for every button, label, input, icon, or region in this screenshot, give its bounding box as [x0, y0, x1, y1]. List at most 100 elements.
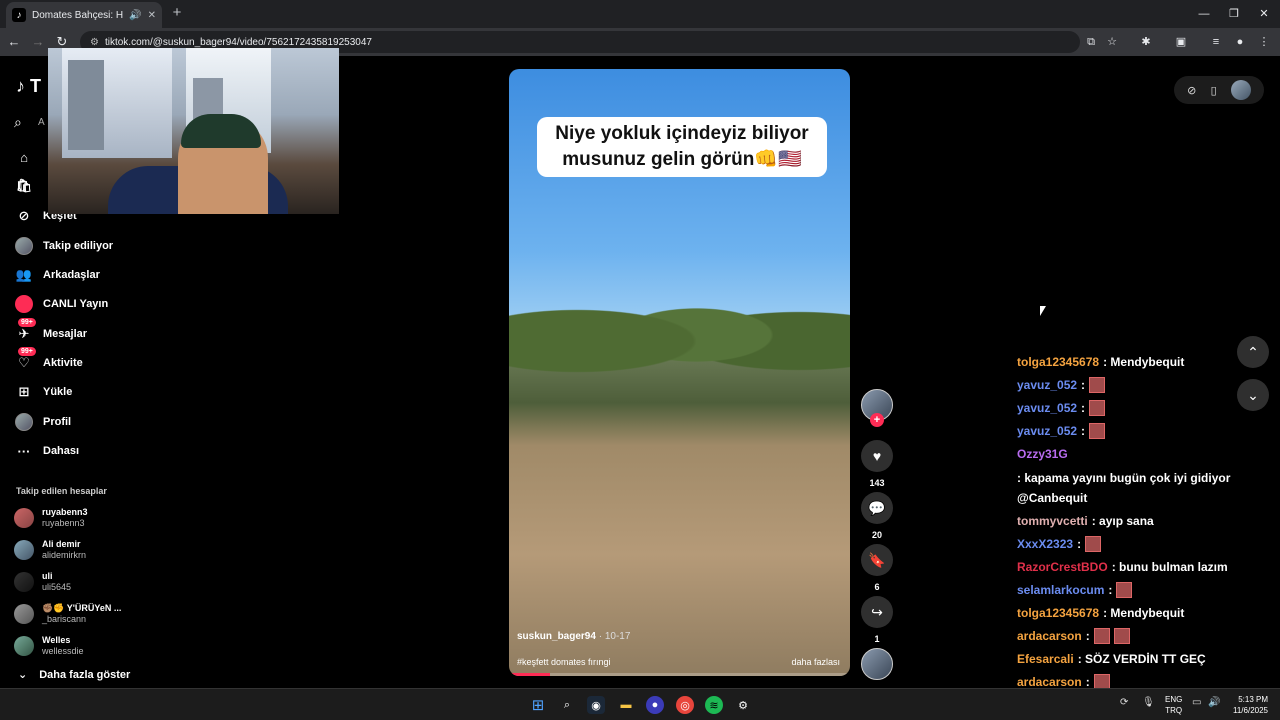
save-button[interactable]: 🔖 6 — [861, 544, 893, 592]
network-icon[interactable]: ▭ — [1192, 697, 1201, 708]
steam-icon[interactable]: ◉ — [587, 696, 605, 714]
share-button[interactable]: ↪ 1 — [861, 596, 893, 644]
device-icon[interactable]: ▯ — [1211, 84, 1217, 97]
sidebar-item-activity[interactable]: ♡ 99+ Aktivite — [14, 347, 83, 374]
chat-username[interactable]: RazorCrestBDO — [1017, 557, 1108, 577]
profile-icon[interactable]: ● — [1232, 34, 1248, 50]
friends-icon: 👥 — [15, 267, 33, 282]
close-tab-icon[interactable]: ✕ — [148, 10, 156, 21]
chat-username[interactable]: selamlarkocum — [1017, 580, 1104, 600]
chat-message: tommyvcetti: ayıp sana — [1017, 511, 1257, 531]
language-indicator[interactable]: ENG TRQ — [1165, 694, 1182, 716]
chat-username[interactable]: ardacarson — [1017, 626, 1082, 646]
bookmark-star-icon[interactable]: ☆ — [1104, 34, 1120, 50]
language-top: ENG — [1165, 695, 1183, 704]
media-control-icon[interactable]: ≡ — [1208, 34, 1224, 50]
forward-button[interactable]: → — [28, 32, 48, 52]
video-tags[interactable]: #keşfett domates fırıngi — [517, 657, 611, 667]
follow-plus-icon[interactable]: + — [870, 413, 884, 427]
windows-start-icon[interactable]: ⊞ — [529, 696, 547, 714]
account-username: uli5645 — [42, 582, 72, 592]
chrome-icon[interactable]: ◎ — [676, 696, 694, 714]
comment-button[interactable]: 💬 20 — [861, 492, 893, 540]
top-right-controls: ⊘ ▯ — [1174, 76, 1264, 104]
followed-account[interactable]: ✊🏽✊ Y'ÜRÜYeN ... _bariscann — [14, 601, 121, 627]
file-explorer-icon[interactable]: ▬ — [617, 696, 635, 714]
chat-username[interactable]: yavuz_052 — [1017, 398, 1077, 418]
followed-account[interactable]: uli uli5645 — [14, 569, 71, 595]
chat-username[interactable]: yavuz_052 — [1017, 375, 1077, 395]
sidebar-item-following[interactable]: Takip ediliyor — [14, 235, 113, 257]
site-info-icon[interactable]: ⚙ — [90, 37, 99, 48]
like-button[interactable]: ♥ 143 — [861, 440, 893, 488]
search-icon[interactable]: ⌕ — [558, 696, 576, 714]
clock-time: 5:13 PM — [1238, 695, 1268, 704]
chat-username[interactable]: XxxX2323 — [1017, 534, 1073, 554]
chat-username[interactable]: yavuz_052 — [1017, 421, 1077, 441]
chat-emote-icon — [1085, 536, 1102, 552]
video-meta: suskun_bager94 · 10-17 — [517, 631, 630, 642]
restore-button[interactable]: ❐ — [1218, 0, 1250, 28]
split-view-icon[interactable]: ▣ — [1173, 34, 1189, 50]
search-icon[interactable]: ⌕ — [14, 114, 32, 132]
tab-title: Domates Bahçesi: Helal mi — [32, 9, 124, 21]
new-tab-button[interactable]: + — [168, 4, 186, 22]
avatar — [14, 508, 34, 528]
speaker-icon[interactable]: 🔊 — [129, 10, 141, 21]
compass-icon: ⊘ — [18, 208, 30, 223]
sidebar-item-friends[interactable]: 👥 Arkadaşlar — [14, 264, 100, 286]
browser-tab[interactable]: ♪ Domates Bahçesi: Helal mi 🔊 ✕ — [6, 2, 162, 28]
followed-account[interactable]: ruyabenn3 ruyabenn3 — [14, 505, 88, 531]
menu-kebab-icon[interactable]: ⋮ — [1256, 34, 1272, 50]
tiktok-logo[interactable]: ♪ T — [16, 76, 41, 97]
sidebar-item-live[interactable]: CANLI Yayın — [14, 293, 108, 315]
app-icon[interactable]: ● — [646, 696, 664, 714]
video-progress[interactable] — [509, 673, 850, 676]
sync-icon[interactable]: ⟳ — [1120, 697, 1128, 708]
sidebar-item-label: Aktivite — [43, 357, 83, 369]
chat-emote-icon — [1089, 423, 1106, 439]
avatar — [14, 604, 34, 624]
shop-icon: 🛍 — [15, 178, 33, 193]
minimize-button[interactable]: — — [1188, 0, 1220, 28]
chat-username[interactable]: tolga12345678 — [1017, 603, 1099, 623]
video-more-link[interactable]: daha fazlası — [791, 657, 840, 667]
chat-emote-icon — [1093, 628, 1110, 644]
taskbar-clock[interactable]: 5:13 PM 11/6/2025 — [1233, 694, 1268, 716]
video-player[interactable]: Niye yokluk içindeyiz biliyor musunuz ge… — [509, 69, 850, 676]
app-icon[interactable]: ⚙ — [734, 696, 752, 714]
creator-avatar-button[interactable]: + — [861, 389, 893, 427]
profile-avatar — [15, 413, 33, 431]
extensions-icon[interactable]: ✱ — [1138, 34, 1154, 50]
install-app-icon[interactable]: ⧉ — [1083, 34, 1099, 50]
save-count: 6 — [874, 582, 880, 592]
account-username: ruyabenn3 — [42, 518, 85, 528]
sidebar-item-more[interactable]: ··· Dahası — [14, 440, 80, 462]
comment-count: 20 — [871, 530, 882, 540]
heart-icon: ♥ — [861, 440, 893, 472]
followed-account[interactable]: Welles wellessdie — [14, 633, 84, 659]
show-more-button[interactable]: ⌄ Daha fazla göster — [18, 668, 130, 682]
close-window-button[interactable]: ✕ — [1248, 0, 1280, 28]
chat-username[interactable]: Efesarcali — [1017, 649, 1074, 669]
mouse-cursor-icon — [1040, 306, 1046, 316]
compass-icon[interactable]: ⊘ — [1187, 84, 1196, 97]
chat-username[interactable]: Ozzy31G — [1017, 444, 1068, 464]
music-disc-button[interactable] — [861, 648, 893, 680]
volume-icon[interactable]: 🔊 — [1208, 697, 1220, 708]
back-button[interactable]: ← — [4, 32, 24, 52]
followed-account[interactable]: Ali demir alidemirkrn — [14, 537, 86, 563]
spotify-icon[interactable]: ≋ — [705, 696, 723, 714]
microphone-icon[interactable]: 🎙 — [1142, 697, 1155, 708]
chat-username[interactable]: tolga12345678 — [1017, 352, 1099, 372]
windows-taskbar: ⊞ ⌕ ◉ ▬ ● ◎ ≋ ⚙ ⟳ 🎙 ENG TRQ ▭ 🔊 5:13 PM … — [0, 688, 1280, 720]
sidebar-item-profile[interactable]: Profil — [14, 411, 71, 433]
messages-badge: 99+ — [18, 318, 36, 327]
user-avatar[interactable] — [1230, 80, 1251, 100]
sidebar-item-upload[interactable]: ⊞ Yükle — [14, 381, 73, 403]
sidebar-item-messages[interactable]: ✈ 99+ Mesajlar — [14, 318, 87, 345]
sidebar-item-shop[interactable]: 🛍 — [14, 175, 34, 197]
chat-username[interactable]: tommyvcetti — [1017, 511, 1088, 531]
sidebar-item-home[interactable]: ⌂ — [14, 146, 34, 168]
video-author[interactable]: suskun_bager94 — [517, 631, 596, 642]
